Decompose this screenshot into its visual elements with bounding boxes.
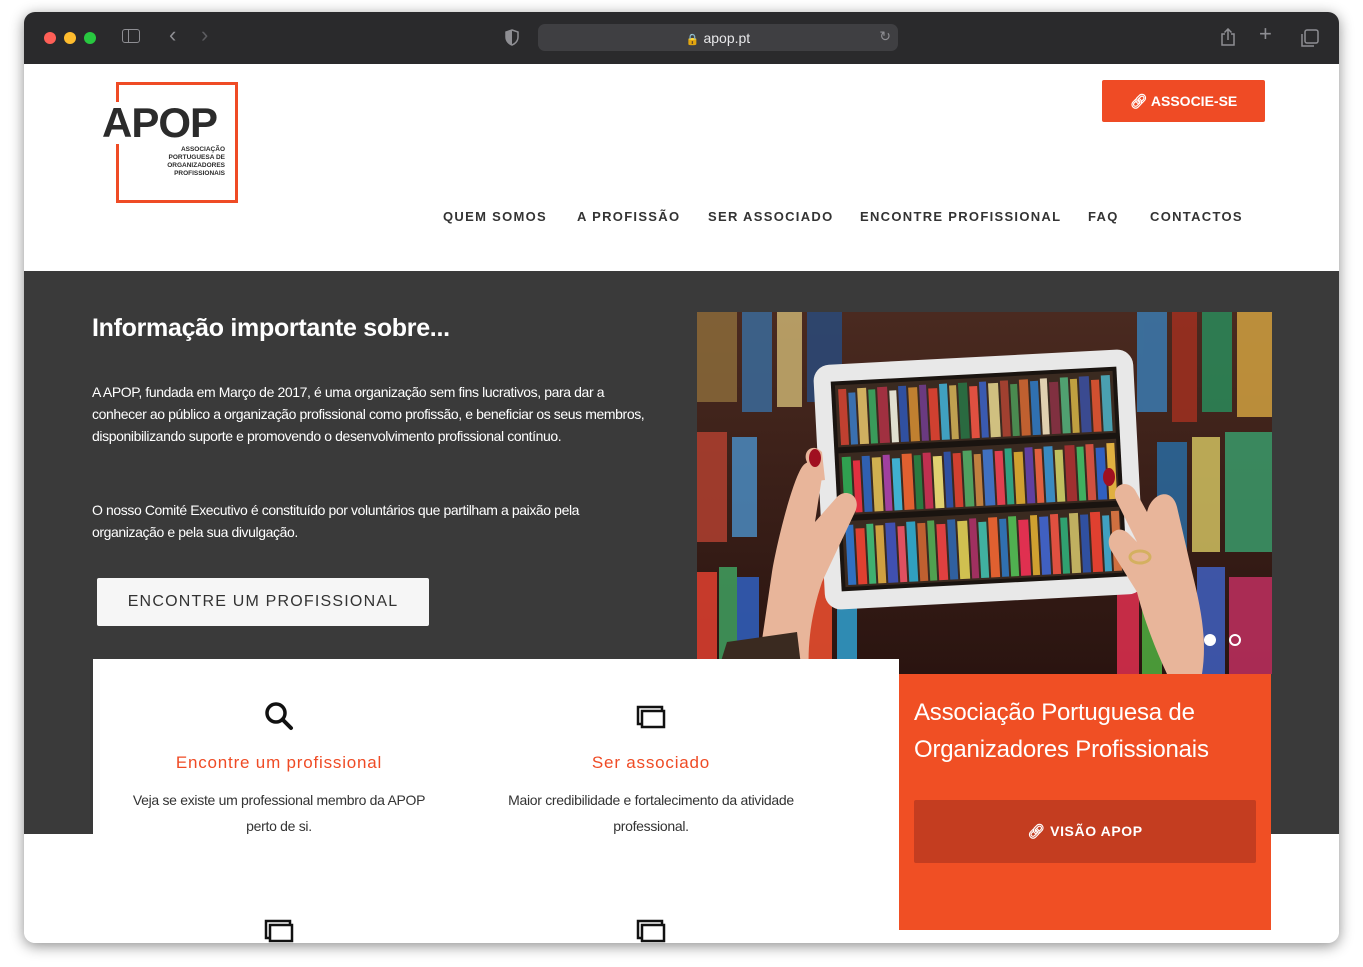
address-bar[interactable]: 🔒 apop.pt ↻	[538, 24, 898, 51]
search-icon	[265, 702, 293, 730]
web-page: APOP ASSOCIAÇÃO PORTUGUESA DE ORGANIZADO…	[24, 64, 1339, 943]
logo-subtitle-line: ORGANIZADORES	[167, 162, 225, 169]
logo-subtitle-line: PROFISSIONAIS	[174, 170, 225, 177]
apop-logo[interactable]: APOP ASSOCIAÇÃO PORTUGUESA DE ORGANIZADO…	[100, 80, 240, 206]
promo-card: Associação Portuguesa de Organizadores P…	[899, 674, 1271, 930]
forward-arrow-icon[interactable]: ›	[201, 24, 208, 46]
maximize-window-button[interactable]	[84, 32, 96, 44]
slider-dot[interactable]	[1229, 634, 1241, 646]
nav-item-encontre-profissional[interactable]: ENCONTRE PROFISSIONAL	[860, 209, 1061, 224]
feature-title: Ser associado	[591, 753, 711, 772]
close-window-button[interactable]	[44, 32, 56, 44]
hero-paragraph: A APOP, fundada em Março de 2017, é uma …	[92, 384, 645, 444]
feature-description: Maior credibilidade e fortalecimento da …	[508, 792, 794, 834]
associe-se-button[interactable]: 🔗︎ ASSOCIE-SE	[1102, 80, 1265, 122]
windows-icon	[636, 919, 666, 943]
feature-title: Encontre um profissional	[175, 753, 383, 772]
logo-wordmark: APOP	[100, 99, 220, 146]
tab-overview-icon[interactable]	[1301, 29, 1319, 47]
nav-item-faq[interactable]: FAQ	[1088, 209, 1119, 224]
share-icon[interactable]	[1220, 28, 1236, 46]
new-tab-icon[interactable]: +	[1259, 23, 1272, 45]
slider-dot-active[interactable]	[1204, 634, 1216, 646]
feature-ser-associado[interactable]: Ser associado Maior credibilidade e fort…	[465, 701, 837, 839]
nav-item-contactos[interactable]: CONTACTOS	[1150, 209, 1243, 224]
logo-subtitle-line: ASSOCIAÇÃO	[180, 146, 225, 153]
reload-icon[interactable]: ↻	[879, 28, 891, 45]
sidebar-toggle-icon[interactable]	[122, 29, 140, 43]
back-arrow-icon[interactable]: ‹	[169, 24, 176, 46]
browser-window: ‹ › 🔒 apop.pt ↻ + APOP ASSOCIAÇÃO PORTUG…	[24, 12, 1339, 943]
features-card: Encontre um profissional Veja se existe …	[93, 659, 899, 943]
nav-item-a-profissao[interactable]: A PROFISSÃO	[577, 209, 680, 224]
url-text: apop.pt	[703, 30, 751, 46]
nav-item-quem-somos[interactable]: QUEM SOMOS	[443, 209, 547, 224]
feature-encontre[interactable]: Encontre um profissional Veja se existe …	[93, 701, 465, 839]
link-icon: 🔗︎	[1129, 93, 1148, 109]
windows-icon	[636, 705, 666, 729]
privacy-shield-icon[interactable]	[505, 29, 519, 46]
feature-description: Veja se existe um professional membro da…	[132, 792, 426, 834]
visao-apop-label: VISÃO APOP	[1050, 823, 1143, 839]
encontre-profissional-button[interactable]: ENCONTRE UM PROFISSIONAL	[97, 578, 429, 626]
logo-subtitle: ASSOCIAÇÃO PORTUGUESA DE ORGANIZADORES P…	[155, 146, 225, 178]
visao-apop-button[interactable]: 🔗︎ VISÃO APOP	[914, 800, 1256, 863]
tablet-bookshelf-image	[697, 312, 1272, 674]
main-nav: QUEM SOMOS A PROFISSÃO SER ASSOCIADO ENC…	[24, 209, 1339, 229]
link-icon: 🔗︎	[1027, 823, 1046, 839]
hero-paragraph: O nosso Comité Executivo é constituído p…	[92, 502, 580, 540]
windows-icon	[264, 919, 294, 943]
site-header: APOP ASSOCIAÇÃO PORTUGUESA DE ORGANIZADO…	[24, 64, 1339, 271]
minimize-window-button[interactable]	[64, 32, 76, 44]
lock-icon: 🔒	[685, 34, 700, 46]
associe-se-label: ASSOCIE-SE	[1150, 93, 1238, 109]
nav-item-ser-associado[interactable]: SER ASSOCIADO	[708, 209, 834, 224]
hero-title: Informação importante sobre...	[92, 314, 450, 342]
hero-image-slider[interactable]	[697, 312, 1272, 674]
browser-title-bar: ‹ › 🔒 apop.pt ↻ +	[24, 12, 1339, 64]
promo-title: Associação Portuguesa de Organizadores P…	[914, 699, 1209, 763]
logo-subtitle-line: PORTUGUESA DE	[168, 154, 225, 161]
